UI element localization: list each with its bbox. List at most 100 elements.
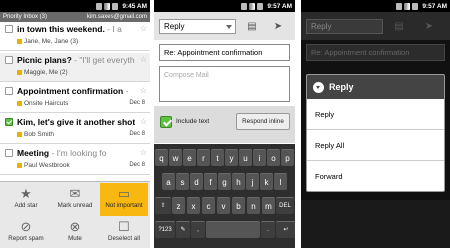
- message-row[interactable]: in town this weekend. - I a ☆ Jane, Me, Ja…: [0, 22, 150, 51]
- key-y[interactable]: y: [225, 149, 238, 166]
- star-icon[interactable]: ☆: [140, 86, 147, 95]
- action-label: Mute: [68, 235, 82, 242]
- star-icon[interactable]: ☆: [140, 148, 147, 157]
- action-deselect-all-button[interactable]: ☐ Deselect all: [100, 216, 148, 248]
- key-g[interactable]: g: [218, 173, 231, 190]
- battery-icon: [112, 2, 119, 10]
- subject-field[interactable]: Re: Appointment confirmation: [159, 44, 290, 61]
- key-z[interactable]: z: [172, 197, 185, 214]
- battery-icon: [412, 2, 419, 10]
- notification-icon: [396, 2, 403, 10]
- message-date: Dec 8: [129, 100, 145, 106]
- key-q[interactable]: q: [155, 149, 168, 166]
- key-d[interactable]: d: [190, 173, 203, 190]
- star-icon[interactable]: ☆: [140, 55, 147, 64]
- key-.[interactable]: .: [261, 221, 275, 238]
- compose-screen: 9:57 AM Reply ▤ ➤ Re: Appointment confir…: [154, 0, 295, 248]
- key-t[interactable]: t: [211, 149, 224, 166]
- key-a[interactable]: a: [162, 173, 175, 190]
- action-icon: ⊘: [20, 219, 32, 234]
- action-not-important-button[interactable]: ▭ Not important: [100, 183, 148, 216]
- key-u[interactable]: u: [239, 149, 252, 166]
- message-checkbox[interactable]: [5, 149, 13, 157]
- action-add-star-button[interactable]: ★ Add star: [2, 183, 50, 216]
- key-l[interactable]: l: [274, 173, 287, 190]
- key-o[interactable]: o: [267, 149, 280, 166]
- key-space[interactable]: [206, 221, 260, 238]
- reply-menu-header: Reply: [307, 75, 444, 99]
- key-k[interactable]: k: [260, 173, 273, 190]
- message-subject: in town this weekend. - I a: [17, 24, 122, 34]
- status-bar: 9:57 AM: [301, 0, 450, 12]
- menu-item-reply-all[interactable]: Reply All: [307, 130, 444, 161]
- subject-field-dimmed: Re: Appointment confirmation: [306, 44, 445, 61]
- key-s[interactable]: s: [176, 173, 189, 190]
- action-label: Add star: [14, 202, 38, 209]
- message-sender: Bob Smith: [17, 131, 54, 138]
- reply-menu-dialog: Reply Reply Reply All Forward: [306, 74, 445, 192]
- message-row[interactable]: Kim, let's give it another shot! ☆ Bob Smi…: [0, 115, 150, 144]
- key-j[interactable]: j: [246, 173, 259, 190]
- keyboard-row: ?123 ✎,. ↵: [154, 221, 295, 240]
- action-mute-button[interactable]: ⊗ Mute: [51, 216, 99, 248]
- star-icon[interactable]: ☆: [140, 24, 147, 33]
- key-w[interactable]: w: [169, 149, 182, 166]
- key-?123[interactable]: ?123: [155, 221, 175, 238]
- send-icon[interactable]: ➤: [268, 19, 288, 34]
- signal-icon: [404, 2, 411, 10]
- reply-mode-dropdown[interactable]: Reply: [159, 19, 236, 34]
- chevron-down-icon: [226, 25, 232, 29]
- action-label: Mark unread: [57, 202, 93, 209]
- key-,[interactable]: ,: [191, 221, 205, 238]
- message-row[interactable]: Appointment confirmation - ☆ Onsite Haircu…: [0, 84, 150, 113]
- keyboard-row: ⇧ z x c v b n m DEL: [154, 197, 295, 216]
- inbox-screen: 9:45 AM Priority Inbox (3) kim.saxes@gma…: [0, 0, 150, 248]
- message-date: Dec 8: [129, 162, 145, 168]
- key-v[interactable]: v: [217, 197, 230, 214]
- reply-menu-title: Reply: [329, 82, 354, 92]
- save-icon[interactable]: ▤: [242, 19, 262, 34]
- key-b[interactable]: b: [232, 197, 245, 214]
- include-text-checkbox[interactable]: [160, 116, 172, 128]
- key-h[interactable]: h: [232, 173, 245, 190]
- message-subject: Picnic plans? - "I'll get everythi: [17, 55, 135, 65]
- reply-mode-label: Reply: [164, 22, 185, 31]
- signal-icon: [249, 2, 256, 10]
- message-checkbox[interactable]: [5, 25, 13, 33]
- action-bar: ★ Add star ✉ Mark unread ▭ Not important ⊘ Repo…: [0, 181, 150, 248]
- reply-mode-dropdown-dimmed: Reply: [306, 19, 383, 34]
- key-n[interactable]: n: [247, 197, 260, 214]
- message-row[interactable]: Meeting - I'm looking fo ☆ Paul Westbrook D…: [0, 146, 150, 175]
- star-icon[interactable]: ☆: [140, 117, 147, 126]
- action-icon: ☐: [118, 219, 130, 234]
- message-row[interactable]: Picnic plans? - "I'll get everythi ☆ Maggi…: [0, 53, 150, 82]
- save-icon: ▤: [394, 21, 404, 32]
- message-date: Dec 8: [129, 131, 145, 137]
- importance-marker-icon: [17, 100, 22, 106]
- key-e[interactable]: e: [183, 149, 196, 166]
- importance-marker-icon: [17, 162, 22, 168]
- chevron-down-circle-icon: [313, 81, 324, 93]
- key-↵[interactable]: ↵: [276, 221, 295, 238]
- key-c[interactable]: c: [202, 197, 215, 214]
- menu-item-reply[interactable]: Reply: [307, 99, 444, 130]
- key-p[interactable]: p: [281, 149, 294, 166]
- key-x[interactable]: x: [187, 197, 200, 214]
- compose-body-field[interactable]: Compose Mail: [159, 66, 290, 102]
- key-DEL[interactable]: DEL: [276, 197, 294, 214]
- key-m[interactable]: m: [262, 197, 275, 214]
- status-time: 9:45 AM: [122, 2, 147, 10]
- key-r[interactable]: r: [197, 149, 210, 166]
- menu-item-forward[interactable]: Forward: [307, 161, 444, 191]
- respond-inline-button[interactable]: Respond inline: [236, 113, 290, 130]
- action-mark-unread-button[interactable]: ✉ Mark unread: [51, 183, 99, 216]
- key-⇧[interactable]: ⇧: [155, 197, 171, 214]
- key-✎[interactable]: ✎: [176, 221, 190, 238]
- key-f[interactable]: f: [204, 173, 217, 190]
- message-checkbox[interactable]: [5, 56, 13, 64]
- key-i[interactable]: i: [253, 149, 266, 166]
- message-checkbox[interactable]: [5, 118, 13, 126]
- action-report-spam-button[interactable]: ⊘ Report spam: [2, 216, 50, 248]
- action-label: Not important: [105, 202, 143, 209]
- message-checkbox[interactable]: [5, 87, 13, 95]
